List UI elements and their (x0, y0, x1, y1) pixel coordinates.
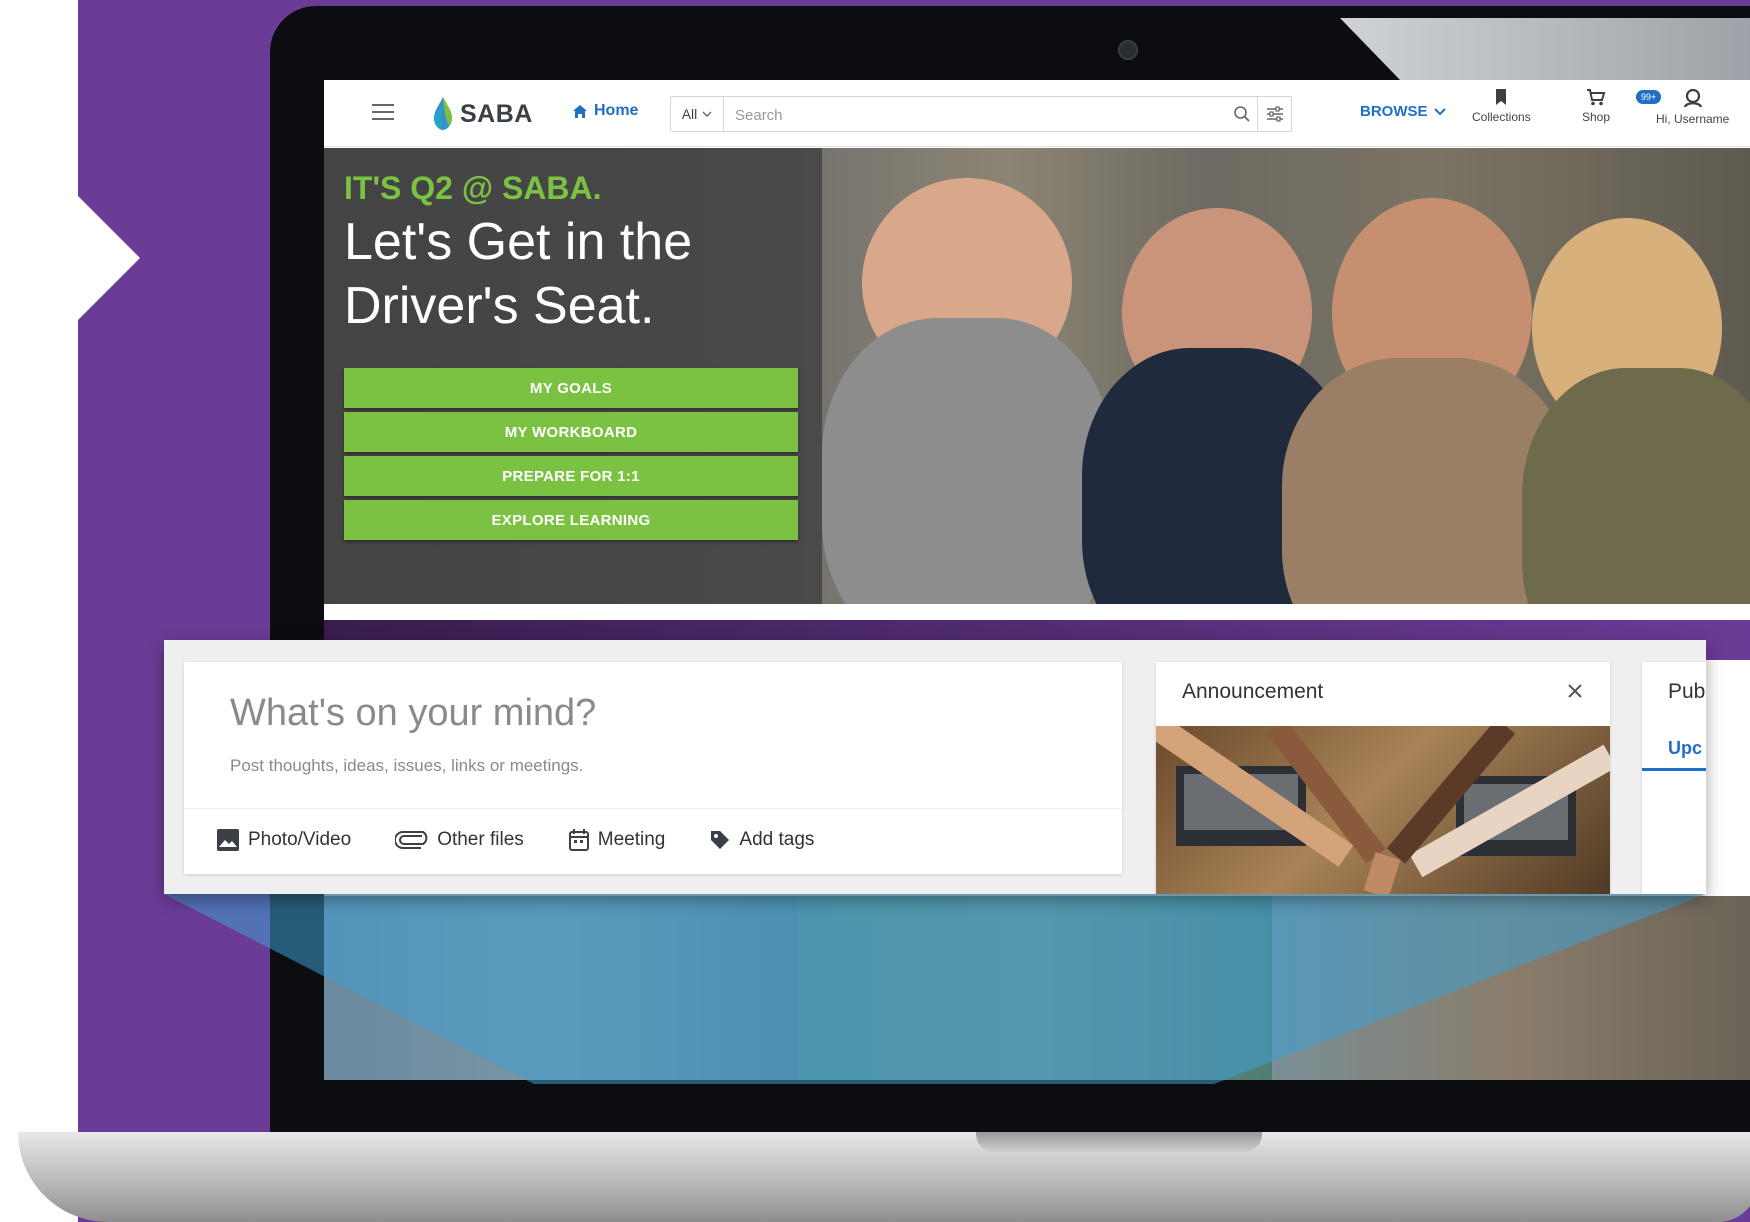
home-label: Home (594, 102, 639, 119)
photo-video-button[interactable]: Photo/Video (216, 828, 351, 852)
prepare-for-1-1-button[interactable]: PREPARE FOR 1:1 (344, 456, 798, 496)
announcement-card: Announcement (1156, 662, 1610, 894)
browse-label: BROWSE (1360, 103, 1428, 120)
search-scope-label: All (681, 106, 698, 122)
post-divider (184, 808, 1122, 809)
home-icon (573, 104, 587, 118)
hero-photo-person (822, 318, 1112, 604)
user-menu[interactable]: Hi, Username (1656, 88, 1729, 126)
saba-logo[interactable]: SABA (432, 96, 533, 132)
filter-button[interactable] (1257, 97, 1292, 131)
cart-icon (1587, 89, 1606, 106)
notification-badge[interactable]: 99+ (1636, 90, 1662, 104)
close-icon[interactable] (1566, 682, 1584, 700)
shop-button[interactable]: Shop (1582, 88, 1610, 124)
hero-photo-person (1522, 368, 1750, 604)
chevron-down-icon (1433, 107, 1446, 115)
hero-title: Let's Get in the Driver's Seat. (344, 213, 693, 335)
pub-title: Pub (1668, 680, 1706, 703)
filter-icon (1267, 106, 1283, 122)
home-link[interactable]: Home (572, 102, 638, 120)
funnel-overlay (164, 894, 1706, 1084)
pub-tab[interactable]: Upc (1668, 738, 1702, 759)
my-goals-button[interactable]: MY GOALS (344, 368, 798, 408)
explore-learning-button[interactable]: EXPLORE LEARNING (344, 500, 798, 540)
chevron-down-icon (702, 111, 712, 117)
other-files-button[interactable]: Other files (395, 829, 524, 851)
top-navigation: SABA Home All BROWSE (324, 80, 1750, 147)
search-input[interactable] (733, 97, 1217, 133)
shop-label: Shop (1582, 110, 1611, 124)
browse-menu[interactable]: BROWSE (1360, 103, 1447, 120)
user-label: Hi, Username (1656, 112, 1730, 126)
camera-icon (1118, 40, 1138, 60)
post-prompt[interactable]: What's on your mind? (230, 692, 596, 735)
hamburger-icon[interactable] (372, 104, 394, 120)
chevron-decoration (78, 196, 140, 320)
announcement-photo (1156, 715, 1610, 894)
meeting-button[interactable]: Meeting (568, 828, 666, 852)
user-icon (1683, 88, 1702, 108)
bezel-glare (1340, 18, 1750, 80)
post-actions: Photo/Video Other files Meeting Add tags (216, 828, 858, 852)
add-tags-label: Add tags (739, 829, 815, 850)
social-panel: What's on your mind? Post thoughts, idea… (164, 640, 1706, 894)
add-tags-button[interactable]: Add tags (709, 829, 814, 851)
post-composer[interactable]: What's on your mind? Post thoughts, idea… (184, 662, 1122, 874)
post-hint: Post thoughts, ideas, issues, links or m… (230, 756, 584, 775)
calendar-icon (568, 829, 589, 851)
other-files-label: Other files (437, 829, 524, 850)
saba-logo-mark (434, 97, 452, 130)
announcement-title: Announcement (1182, 680, 1324, 703)
collections-label: Collections (1472, 110, 1531, 124)
tag-icon (711, 831, 730, 849)
my-workboard-button[interactable]: MY WORKBOARD (344, 412, 798, 452)
bookmark-icon (1496, 89, 1507, 105)
announcement-image (1156, 715, 1610, 894)
search-icon[interactable] (1233, 105, 1251, 123)
photo-video-label: Photo/Video (248, 829, 352, 850)
image-icon (217, 829, 239, 851)
laptop-base (18, 1132, 1750, 1222)
paperclip-icon (395, 831, 428, 849)
laptop-notch (976, 1132, 1262, 1152)
hero-banner: IT'S Q2 @ SABA. Let's Get in the Driver'… (324, 148, 1750, 604)
search-box: All (670, 96, 1292, 133)
pub-card: Pub Upc (1642, 662, 1706, 894)
pub-tab-indicator (1642, 768, 1706, 771)
logo-text: SABA (460, 99, 533, 128)
collections-button[interactable]: Collections (1472, 88, 1531, 124)
meeting-label: Meeting (597, 829, 666, 850)
hero-eyebrow: IT'S Q2 @ SABA. (344, 170, 602, 206)
search-scope-select[interactable]: All (671, 97, 724, 131)
